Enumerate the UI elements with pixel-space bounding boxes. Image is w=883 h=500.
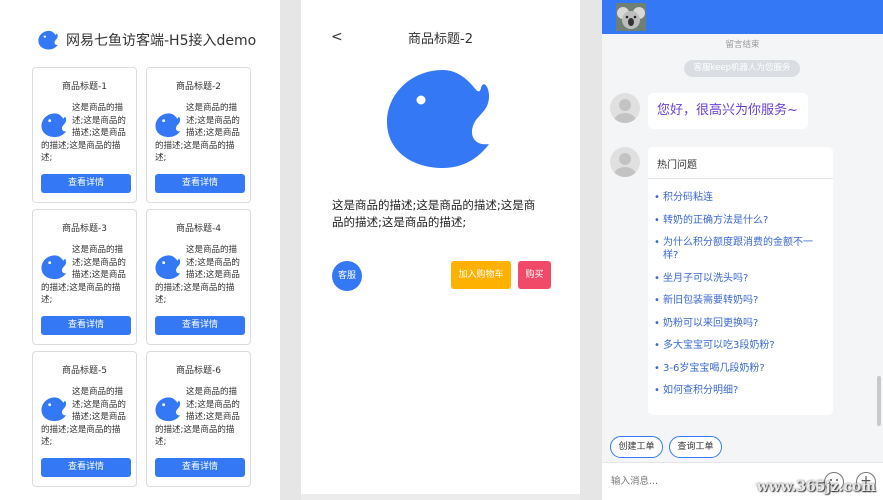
- buy-button[interactable]: 购买: [518, 261, 551, 289]
- question-link[interactable]: 转奶的正确方法是什么?: [654, 214, 826, 227]
- product-thumbnail-icon: [155, 397, 181, 422]
- koala-avatar-icon: [616, 3, 646, 31]
- view-details-button[interactable]: 查看详情: [155, 316, 245, 335]
- product-card[interactable]: 商品标题-1 这是商品的描述;这是商品的描述;这是商品的描述;这是商品的描述; …: [32, 67, 137, 203]
- question-link[interactable]: 3-6岁宝宝喝几段奶粉?: [654, 362, 826, 375]
- view-details-button[interactable]: 查看详情: [155, 458, 245, 477]
- view-details-button[interactable]: 查看详情: [41, 316, 131, 335]
- view-details-button[interactable]: 查看详情: [41, 174, 131, 193]
- create-ticket-button[interactable]: 创建工单: [610, 436, 663, 458]
- question-link[interactable]: 积分码粘连: [654, 191, 826, 204]
- question-link[interactable]: 奶粉可以来回更换吗?: [654, 317, 826, 330]
- product-title: 商品标题-1: [62, 82, 107, 92]
- product-card[interactable]: 商品标题-5 这是商品的描述;这是商品的描述;这是商品的描述;这是商品的描述; …: [32, 351, 137, 487]
- bottom-bar: [301, 494, 580, 500]
- product-card[interactable]: 商品标题-4 这是商品的描述;这是商品的描述;这是商品的描述;这是商品的描述; …: [146, 209, 251, 345]
- product-thumbnail-icon: [41, 397, 67, 422]
- qiyu-logo-icon: [38, 30, 58, 50]
- product-card[interactable]: 商品标题-2 这是商品的描述;这是商品的描述;这是商品的描述;这是商品的描述; …: [146, 67, 251, 203]
- add-to-cart-button[interactable]: 加入购物车: [451, 261, 511, 289]
- product-description-block: 这是商品的描述;这是商品的描述;这是商品的描述;这是商品的描述;: [155, 386, 245, 449]
- product-thumbnail-icon: [41, 113, 67, 138]
- product-description-block: 这是商品的描述;这是商品的描述;这是商品的描述;这是商品的描述;: [41, 244, 131, 307]
- chat-header: [602, 0, 883, 34]
- product-list-page: 网易七鱼访客端-H5接入demo 商品标题-1 这是商品的描述;这是商品的描述;…: [0, 0, 280, 500]
- product-title: 商品标题-2: [176, 82, 221, 92]
- watermark: www.365jz.com: [756, 479, 876, 495]
- product-description-block: 这是商品的描述;这是商品的描述;这是商品的描述;这是商品的描述;: [155, 102, 245, 165]
- agent-avatar: [616, 3, 646, 31]
- session-notice: 留言结束: [725, 40, 760, 50]
- product-thumbnail-icon: [41, 255, 67, 280]
- scrollbar[interactable]: [877, 376, 881, 426]
- detail-description: 这是商品的描述;这是商品的描述;这是商品的描述;这是商品的描述;: [332, 198, 536, 229]
- hot-questions-list: 积分码粘连 转奶的正确方法是什么? 为什么积分额度跟消费的金额不一样? 坐月子可…: [654, 191, 826, 407]
- question-link[interactable]: 为什么积分额度跟消费的金额不一样?: [654, 236, 826, 262]
- question-link[interactable]: 新旧包装需要转奶吗?: [654, 294, 826, 307]
- product-title: 商品标题-3: [62, 224, 107, 234]
- divider: [648, 178, 833, 179]
- product-thumbnail-icon: [155, 255, 181, 280]
- product-description-block: 这是商品的描述;这是商品的描述;这是商品的描述;这是商品的描述;: [155, 244, 245, 307]
- view-details-button[interactable]: 查看详情: [41, 458, 131, 477]
- product-card[interactable]: 商品标题-3 这是商品的描述;这是商品的描述;这是商品的描述;这是商品的描述; …: [32, 209, 137, 345]
- page-title: 网易七鱼访客端-H5接入demo: [66, 33, 257, 49]
- product-title: 商品标题-6: [176, 366, 221, 376]
- chat-page: 留言结束 客服keep机器人为您服务 您好，很高兴为你服务~ 热门问题 积分码粘…: [602, 0, 883, 500]
- hot-questions-card: 热门问题 积分码粘连 转奶的正确方法是什么? 为什么积分额度跟消费的金额不一样?…: [648, 147, 833, 415]
- user-avatar-icon: [614, 99, 636, 123]
- product-title: 商品标题-4: [176, 224, 221, 234]
- greeting-bubble: 您好，很高兴为你服务~: [648, 93, 808, 129]
- bot-avatar: [610, 147, 640, 177]
- product-description-block: 这是商品的描述;这是商品的描述;这是商品的描述;这是商品的描述;: [41, 386, 131, 449]
- question-link[interactable]: 如何查积分明细?: [654, 384, 826, 397]
- detail-title: 商品标题-2: [408, 32, 473, 47]
- page-header: 网易七鱼访客端-H5接入demo: [38, 30, 256, 50]
- product-image-icon: [387, 70, 489, 168]
- view-details-button[interactable]: 查看详情: [155, 174, 245, 193]
- question-link[interactable]: 坐月子可以洗头吗?: [654, 272, 826, 285]
- customer-service-button[interactable]: 客服: [332, 261, 362, 291]
- hot-questions-title: 热门问题: [657, 160, 697, 171]
- product-card[interactable]: 商品标题-6 这是商品的描述;这是商品的描述;这是商品的描述;这是商品的描述; …: [146, 351, 251, 487]
- query-ticket-button[interactable]: 查询工单: [669, 436, 722, 458]
- product-description-block: 这是商品的描述;这是商品的描述;这是商品的描述;这是商品的描述;: [41, 102, 131, 165]
- system-message-pill: 客服keep机器人为您服务: [684, 60, 800, 77]
- screenshot-root: 网易七鱼访客端-H5接入demo 商品标题-1 这是商品的描述;这是商品的描述;…: [0, 0, 883, 500]
- product-thumbnail-icon: [155, 113, 181, 138]
- product-detail-page: < 商品标题-2 这是商品的描述;这是商品的描述;这是商品的描述;这是商品的描述…: [301, 0, 580, 500]
- user-avatar-icon: [614, 153, 636, 177]
- bot-avatar: [610, 93, 640, 123]
- question-link[interactable]: 多大宝宝可以吃3段奶粉?: [654, 339, 826, 352]
- product-title: 商品标题-5: [62, 366, 107, 376]
